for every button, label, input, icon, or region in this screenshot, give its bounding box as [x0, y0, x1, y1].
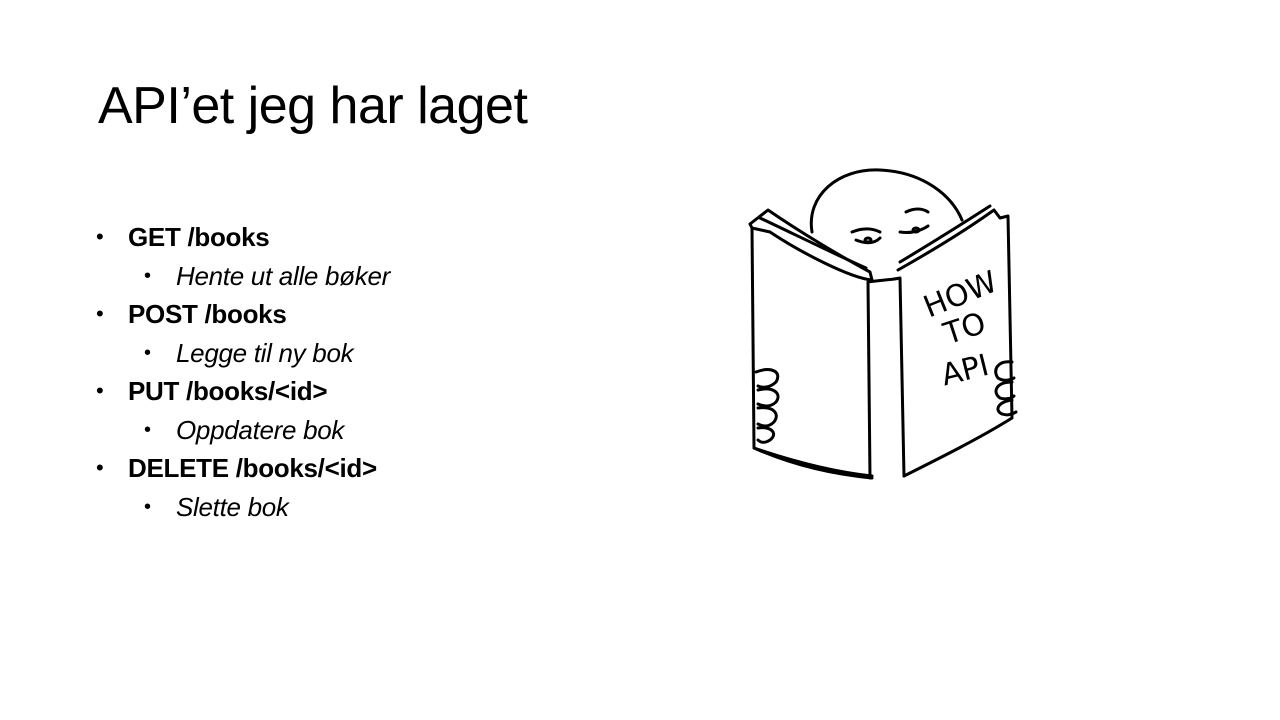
bullet-subitem-post-books: • Legge til ny bok [96, 334, 656, 373]
right-eyebrow [904, 207, 930, 214]
person-reading-book-illustration: HOW TO API [748, 168, 1018, 480]
left-eyebrow [850, 227, 882, 234]
endpoint-description: Slette bok [176, 491, 289, 522]
book-cover-text-line-3: API [938, 348, 993, 393]
bullet-item-delete-books: • DELETE /books/<id> [96, 449, 656, 488]
bullet-subitem-put-books: • Oppdatere bok [96, 411, 656, 450]
bullet-dot: • [96, 455, 104, 480]
left-hand [754, 368, 780, 444]
book-right-page-edge [898, 204, 992, 264]
bullet-item-get-books: • GET /books [96, 218, 656, 257]
endpoint-description: Oppdatere bok [176, 414, 345, 445]
head-outline [809, 168, 964, 234]
endpoint-description: Hente ut alle bøker [176, 260, 390, 291]
bullet-dot: • [144, 495, 152, 518]
book-left-cover [748, 208, 874, 480]
bullet-dot: • [144, 418, 152, 441]
endpoint-label: GET /books [128, 222, 270, 252]
bullet-subitem-delete-books: • Slette bok [96, 488, 656, 527]
endpoint-description: Legge til ny bok [176, 337, 354, 368]
book-bottom-edge [752, 446, 874, 478]
bullet-dot: • [96, 224, 104, 249]
slide-title: API’et jeg har laget [98, 77, 528, 135]
bullet-dot: • [96, 301, 104, 326]
bullet-list: • GET /books • Hente ut alle bøker • POS… [96, 218, 656, 526]
bullet-dot: • [96, 378, 104, 403]
endpoint-label: POST /books [128, 299, 287, 329]
endpoint-label: PUT /books/<id> [128, 376, 328, 406]
bullet-dot: • [144, 264, 152, 287]
left-pupil [863, 236, 873, 244]
book-left-page-edge [758, 216, 868, 270]
bullet-item-post-books: • POST /books [96, 295, 656, 334]
book-spine [866, 276, 906, 480]
bullet-item-put-books: • PUT /books/<id> [96, 372, 656, 411]
bullet-dot: • [144, 341, 152, 364]
bullet-subitem-get-books: • Hente ut alle bøker [96, 257, 656, 296]
endpoint-label: DELETE /books/<id> [128, 453, 377, 483]
